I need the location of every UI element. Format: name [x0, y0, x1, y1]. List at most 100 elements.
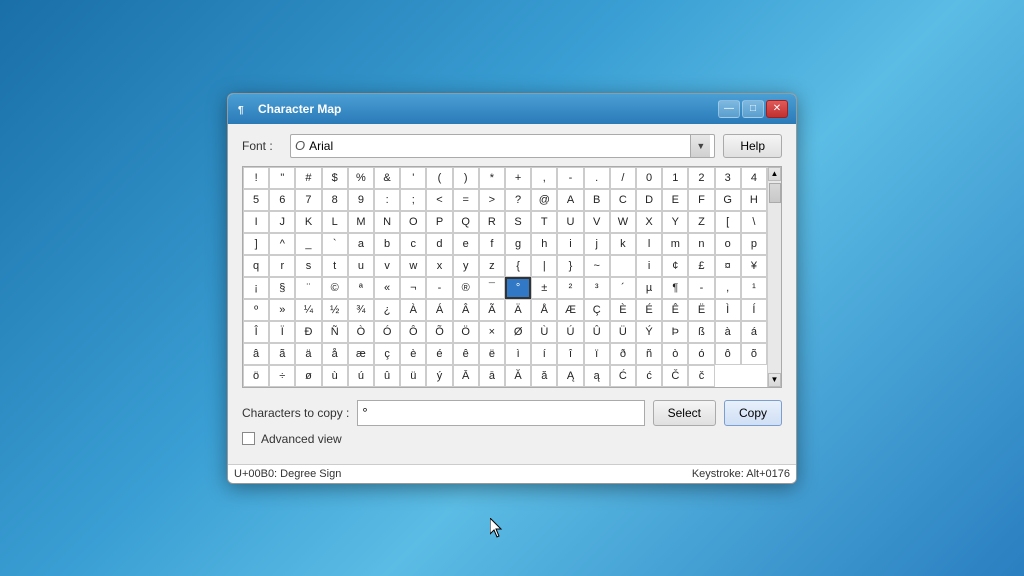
char-cell[interactable]: C: [610, 189, 636, 211]
char-cell[interactable]: [: [715, 211, 741, 233]
char-cell[interactable]: |: [531, 255, 557, 277]
char-cell[interactable]: ¾: [348, 299, 374, 321]
char-cell[interactable]: ù: [322, 365, 348, 387]
char-cell[interactable]: Â: [453, 299, 479, 321]
char-cell[interactable]: Î: [243, 321, 269, 343]
scroll-track[interactable]: [768, 181, 781, 373]
char-cell[interactable]: Y: [662, 211, 688, 233]
char-cell[interactable]: 2: [688, 167, 714, 189]
char-cell[interactable]: Ú: [557, 321, 583, 343]
char-cell[interactable]: ô: [715, 343, 741, 365]
char-cell[interactable]: m: [662, 233, 688, 255]
char-cell[interactable]: z: [479, 255, 505, 277]
minimize-button[interactable]: —: [718, 100, 740, 118]
char-cell[interactable]: 4: [741, 167, 767, 189]
help-button[interactable]: Help: [723, 134, 782, 158]
char-cell[interactable]: Ø: [505, 321, 531, 343]
char-cell[interactable]: A: [557, 189, 583, 211]
char-cell[interactable]: >: [479, 189, 505, 211]
char-cell[interactable]: â: [243, 343, 269, 365]
char-cell[interactable]: Q: [453, 211, 479, 233]
char-cell[interactable]: ¹: [741, 277, 767, 299]
char-cell[interactable]: l: [636, 233, 662, 255]
char-cell[interactable]: +: [505, 167, 531, 189]
char-cell[interactable]: 0: [636, 167, 662, 189]
char-cell[interactable]: o: [715, 233, 741, 255]
char-cell[interactable]: /: [610, 167, 636, 189]
char-cell[interactable]: n: [688, 233, 714, 255]
char-cell[interactable]: ¼: [295, 299, 321, 321]
char-cell[interactable]: U: [557, 211, 583, 233]
char-cell[interactable]: w: [400, 255, 426, 277]
char-cell[interactable]: ì: [505, 343, 531, 365]
char-cell[interactable]: Ã: [479, 299, 505, 321]
char-cell[interactable]: ¤: [715, 255, 741, 277]
char-cell[interactable]: .: [584, 167, 610, 189]
char-cell[interactable]: g: [505, 233, 531, 255]
char-cell[interactable]: !: [243, 167, 269, 189]
char-cell[interactable]: ©: [322, 277, 348, 299]
char-cell[interactable]: ą: [584, 365, 610, 387]
char-cell[interactable]: Ă: [505, 365, 531, 387]
char-cell[interactable]: V: [584, 211, 610, 233]
char-cell[interactable]: é: [426, 343, 452, 365]
char-cell[interactable]: Ë: [688, 299, 714, 321]
char-cell[interactable]: ;: [400, 189, 426, 211]
char-cell[interactable]: ,: [715, 277, 741, 299]
char-cell[interactable]: ă: [531, 365, 557, 387]
char-cell[interactable]: K: [295, 211, 321, 233]
char-cell[interactable]: Ö: [453, 321, 479, 343]
char-cell[interactable]: H: [741, 189, 767, 211]
char-cell[interactable]: B: [584, 189, 610, 211]
char-cell[interactable]: D: [636, 189, 662, 211]
char-cell[interactable]: v: [374, 255, 400, 277]
char-cell[interactable]: È: [610, 299, 636, 321]
char-cell[interactable]: `: [322, 233, 348, 255]
char-cell[interactable]: e: [453, 233, 479, 255]
char-cell[interactable]: Ą: [557, 365, 583, 387]
char-cell[interactable]: Ó: [374, 321, 400, 343]
char-cell[interactable]: 3: [715, 167, 741, 189]
char-cell[interactable]: N: [374, 211, 400, 233]
characters-to-copy-input[interactable]: [357, 400, 644, 426]
char-cell[interactable]: §: [269, 277, 295, 299]
char-cell[interactable]: ý: [426, 365, 452, 387]
char-cell[interactable]: Þ: [662, 321, 688, 343]
char-cell[interactable]: *: [479, 167, 505, 189]
char-cell[interactable]: ¢: [662, 255, 688, 277]
char-cell[interactable]: º: [243, 299, 269, 321]
char-cell[interactable]: ´: [610, 277, 636, 299]
char-cell[interactable]: Ê: [662, 299, 688, 321]
char-cell[interactable]: ×: [479, 321, 505, 343]
char-cell[interactable]: ï: [584, 343, 610, 365]
char-cell[interactable]: Á: [426, 299, 452, 321]
char-cell[interactable]: °: [505, 277, 531, 299]
char-cell[interactable]: @: [531, 189, 557, 211]
char-cell[interactable]: R: [479, 211, 505, 233]
char-cell[interactable]: ü: [400, 365, 426, 387]
char-cell[interactable]: u: [348, 255, 374, 277]
char-cell[interactable]: ": [269, 167, 295, 189]
char-cell[interactable]: à: [715, 321, 741, 343]
char-cell[interactable]: ¥: [741, 255, 767, 277]
char-cell[interactable]: Ô: [400, 321, 426, 343]
char-cell[interactable]: L: [322, 211, 348, 233]
char-cell[interactable]: 5: [243, 189, 269, 211]
char-cell[interactable]: Ì: [715, 299, 741, 321]
char-cell[interactable]: ç: [374, 343, 400, 365]
char-cell[interactable]: W: [610, 211, 636, 233]
close-button[interactable]: ✕: [766, 100, 788, 118]
char-cell[interactable]: 6: [269, 189, 295, 211]
char-cell[interactable]: ê: [453, 343, 479, 365]
char-cell[interactable]: O: [400, 211, 426, 233]
char-cell[interactable]: $: [322, 167, 348, 189]
char-cell[interactable]: 1: [662, 167, 688, 189]
char-cell[interactable]: J: [269, 211, 295, 233]
char-cell[interactable]: Ï: [269, 321, 295, 343]
char-cell[interactable]: Æ: [557, 299, 583, 321]
char-cell[interactable]: č: [688, 365, 714, 387]
char-cell[interactable]: Ç: [584, 299, 610, 321]
char-cell[interactable]: G: [715, 189, 741, 211]
char-cell[interactable]: À: [400, 299, 426, 321]
char-cell[interactable]: E: [662, 189, 688, 211]
